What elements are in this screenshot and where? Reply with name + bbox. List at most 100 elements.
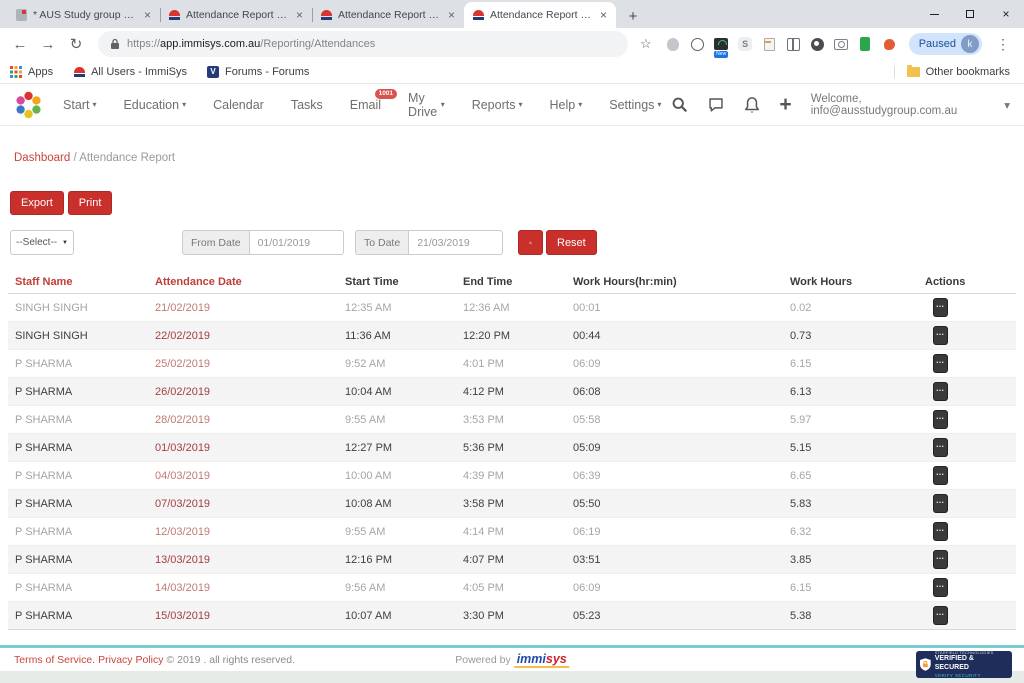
tab-aus-study-group[interactable]: * AUS Study group reporting tha × — [8, 2, 160, 28]
phone-icon[interactable] — [858, 37, 873, 52]
work-hr-min: 03:51 — [566, 554, 783, 566]
table-row: SINGH SINGH21/02/201912:35 AM12:36 AM00:… — [8, 294, 1016, 322]
seo-meter-icon[interactable]: New — [714, 37, 729, 52]
work-hr-min: 06:19 — [566, 526, 783, 538]
apps-label: Apps — [28, 66, 53, 78]
work-hours: 6.15 — [783, 358, 918, 370]
privacy-link[interactable]: Privacy Policy — [98, 654, 163, 666]
close-icon[interactable]: × — [447, 9, 456, 21]
end-time: 4:12 PM — [456, 386, 566, 398]
print-button[interactable]: Print — [68, 191, 113, 215]
start-time: 10:04 AM — [338, 386, 456, 398]
search-button[interactable] — [518, 230, 543, 255]
camera-icon[interactable] — [834, 37, 849, 52]
row-actions-button[interactable]: ••• — [933, 438, 948, 457]
reset-button[interactable]: Reset — [546, 230, 597, 255]
select-value: --Select-- — [16, 237, 57, 248]
nav-item-settings[interactable]: Settings▾ — [609, 98, 661, 112]
restore-button[interactable] — [952, 0, 988, 28]
nav-item-education[interactable]: Education▾ — [123, 98, 186, 112]
search-icon — [529, 237, 532, 249]
work-hr-min: 05:58 — [566, 414, 783, 426]
row-actions-button[interactable]: ••• — [933, 466, 948, 485]
site-navbar: Start▾Education▾CalendarTasksEmail1001My… — [0, 84, 1024, 126]
bookmark-star-icon[interactable]: ☆ — [640, 36, 652, 52]
minimize-button[interactable] — [916, 0, 952, 28]
nav-item-email[interactable]: Email1001 — [350, 98, 381, 112]
close-window-button[interactable]: × — [988, 0, 1024, 28]
tab-title: Attendance Report - ImmiSys — [186, 9, 289, 21]
bookmark-forums[interactable]: V Forums - Forums — [207, 66, 309, 78]
tab-title: * AUS Study group reporting tha — [33, 9, 137, 21]
row-actions-button[interactable]: ••• — [933, 382, 948, 401]
tab-attendance-report-active[interactable]: Attendance Report - ImmiSys × — [464, 2, 616, 28]
search-icon[interactable] — [671, 96, 688, 113]
table-row: P SHARMA07/03/201910:08 AM3:58 PM05:505.… — [8, 490, 1016, 518]
back-button[interactable]: ← — [8, 36, 32, 53]
apps-grid-icon — [10, 66, 22, 78]
chevron-down-icon: ▾ — [578, 100, 582, 109]
nav-item-tasks[interactable]: Tasks — [291, 98, 323, 112]
row-actions-button[interactable]: ••• — [933, 494, 948, 513]
nav-item-reports[interactable]: Reports▾ — [472, 98, 523, 112]
staff-name: P SHARMA — [8, 498, 148, 510]
nav-item-label: Education — [123, 98, 179, 112]
row-actions-button[interactable]: ••• — [933, 410, 948, 429]
breadcrumb-dashboard-link[interactable]: Dashboard — [14, 152, 70, 164]
forward-button[interactable]: → — [36, 36, 60, 53]
user-menu[interactable]: Welcome, info@ausstudygroup.com.au ▾ — [811, 93, 1010, 117]
nav-item-help[interactable]: Help▾ — [550, 98, 583, 112]
gear-icon[interactable] — [810, 37, 825, 52]
close-icon[interactable]: × — [599, 9, 608, 21]
profile-avatar[interactable]: k — [961, 35, 979, 53]
profile-egg-icon[interactable] — [666, 37, 681, 52]
chevron-down-icon: ▾ — [1004, 98, 1010, 112]
bookmark-all-users[interactable]: All Users - ImmiSys — [73, 66, 187, 78]
staff-name: P SHARMA — [8, 582, 148, 594]
breadcrumb-current: Attendance Report — [79, 152, 175, 164]
nav-item-start[interactable]: Start▾ — [63, 98, 96, 112]
table-row: P SHARMA01/03/201912:27 PM5:36 PM05:095.… — [8, 434, 1016, 462]
notes-icon[interactable] — [762, 37, 777, 52]
row-actions-button[interactable]: ••• — [933, 298, 948, 317]
end-time: 12:36 AM — [456, 302, 566, 314]
row-actions-button[interactable]: ••• — [933, 578, 948, 597]
row-actions-button[interactable]: ••• — [933, 354, 948, 373]
pocket-icon[interactable] — [882, 37, 897, 52]
chevron-down-icon: ▾ — [441, 100, 445, 109]
skype-icon[interactable]: S — [738, 37, 753, 52]
grid-icon[interactable] — [786, 37, 801, 52]
row-actions-button[interactable]: ••• — [933, 606, 948, 625]
row-actions-button[interactable]: ••• — [933, 550, 948, 569]
nav-item-calendar[interactable]: Calendar — [213, 98, 264, 112]
tab-attendance-report-1[interactable]: Attendance Report - ImmiSys × — [160, 2, 312, 28]
nav-item-my-drive[interactable]: My Drive▾ — [408, 91, 445, 119]
close-icon[interactable]: × — [143, 9, 152, 21]
immisys-favicon-icon — [73, 66, 85, 78]
apps-shortcut[interactable]: Apps — [10, 66, 53, 78]
tab-attendance-report-2[interactable]: Attendance Report - ImmiSys × — [312, 2, 464, 28]
export-button[interactable]: Export — [10, 191, 64, 215]
new-tab-button[interactable]: + — [620, 4, 646, 28]
plus-icon[interactable]: + — [779, 94, 791, 115]
other-bookmarks[interactable]: Other bookmarks — [894, 66, 1010, 78]
bell-icon[interactable] — [744, 96, 760, 114]
nav-item-label: Tasks — [291, 98, 323, 112]
reload-button[interactable]: ↻ — [64, 35, 88, 53]
row-actions-button[interactable]: ••• — [933, 522, 948, 541]
table-row: P SHARMA14/03/20199:56 AM4:05 PM06:096.1… — [8, 574, 1016, 602]
to-date-input[interactable] — [408, 230, 503, 255]
sync-paused-badge[interactable]: Paused k — [909, 33, 982, 55]
browser-menu-icon[interactable]: ⋮ — [990, 36, 1016, 53]
recycle-icon[interactable] — [690, 37, 705, 52]
from-date-input[interactable] — [249, 230, 344, 255]
chat-icon[interactable] — [707, 96, 725, 113]
row-actions-button[interactable]: ••• — [933, 326, 948, 345]
verified-secured-badge[interactable]: STARFIELD TECHNOLOGIES VERIFIED & SECURE… — [916, 651, 1012, 678]
close-icon[interactable]: × — [295, 9, 304, 21]
address-bar[interactable]: https://app.immisys.com.au/Reporting/Att… — [98, 31, 628, 57]
staff-name: P SHARMA — [8, 386, 148, 398]
terms-link[interactable]: Terms of Service. — [14, 654, 95, 666]
staff-select[interactable]: --Select-- ▼ — [10, 230, 74, 255]
start-time: 10:08 AM — [338, 498, 456, 510]
